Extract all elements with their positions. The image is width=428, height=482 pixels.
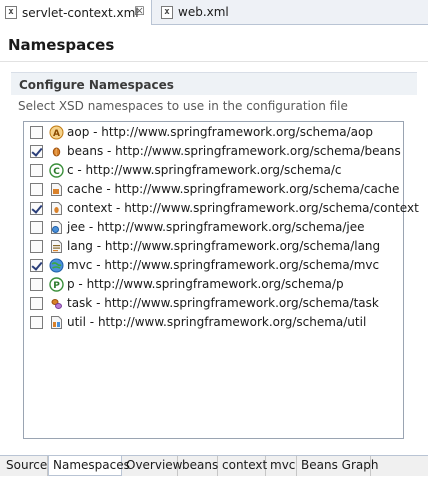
namespace-label: mvc - http://www.springframework.org/sch… (67, 258, 380, 272)
namespace-label: lang - http://www.springframework.org/sc… (67, 239, 381, 253)
namespace-row-c[interactable]: C c - http://www.springframework.org/sch… (24, 161, 403, 180)
tab-servlet-context-xml[interactable]: x servlet-context.xml ☒ (0, 0, 152, 25)
namespace-list[interactable]: A aop - http://www.springframework.org/s… (23, 121, 419, 439)
namespace-checkbox[interactable] (30, 240, 43, 253)
namespace-label: p - http://www.springframework.org/schem… (67, 277, 344, 291)
tab-web-xml[interactable]: x web.xml (156, 0, 256, 24)
aop-icon: A (49, 125, 64, 140)
lang-icon (51, 240, 62, 253)
namespace-checkbox[interactable] (30, 316, 43, 329)
namespace-checkbox[interactable] (30, 221, 43, 234)
namespace-checkbox[interactable] (30, 297, 43, 310)
header-divider (0, 61, 428, 62)
namespace-row-util[interactable]: util - http://www.springframework.org/sc… (24, 313, 403, 332)
jee-icon (51, 221, 62, 234)
tab-overview[interactable]: Overview (122, 456, 183, 476)
editor-tab-strip: x servlet-context.xml ☒ x web.xml (0, 0, 428, 25)
task-icon (51, 299, 62, 309)
cache-icon (51, 183, 62, 196)
namespace-checkbox[interactable] (30, 183, 43, 196)
namespace-checkbox[interactable] (30, 126, 43, 139)
namespace-label: c - http://www.springframework.org/schem… (67, 163, 342, 177)
util-icon (51, 316, 62, 329)
tab-beans-graph[interactable]: Beans Graph (297, 456, 378, 476)
namespace-label: util - http://www.springframework.org/sc… (67, 315, 367, 329)
section-title: Configure Namespaces (19, 78, 174, 92)
namespace-label: task - http://www.springframework.org/sc… (67, 296, 379, 310)
namespace-row-task[interactable]: task - http://www.springframework.org/sc… (24, 294, 403, 313)
namespace-row-cache[interactable]: cache - http://www.springframework.org/s… (24, 180, 403, 199)
tab-label: web.xml (178, 5, 229, 19)
namespace-row-mvc[interactable]: mvc - http://www.springframework.org/sch… (24, 256, 403, 275)
namespace-checkbox[interactable] (30, 259, 43, 272)
p-namespace-icon: P (49, 277, 64, 292)
namespace-label: cache - http://www.springframework.org/s… (67, 182, 400, 196)
svg-text:P: P (53, 281, 60, 291)
c-namespace-icon: C (49, 163, 64, 178)
namespace-checkbox[interactable] (30, 145, 43, 158)
namespace-label: context - http://www.springframework.org… (67, 201, 419, 215)
tab-mvc[interactable]: mvc (266, 456, 297, 476)
beans-icon (52, 147, 61, 157)
namespace-label: beans - http://www.springframework.org/s… (67, 144, 401, 158)
tab-context[interactable]: context (218, 456, 267, 476)
tab-namespaces[interactable]: Namespaces (48, 456, 130, 476)
page-title: Namespaces (8, 36, 115, 54)
tab-beans[interactable]: beans (178, 456, 218, 476)
xml-file-icon: x (161, 5, 173, 19)
svg-text:A: A (53, 129, 60, 139)
namespace-label: jee - http://www.springframework.org/sch… (67, 220, 365, 234)
tab-source[interactable]: Source (2, 456, 48, 476)
namespace-checkbox[interactable] (30, 164, 43, 177)
namespace-label: aop - http://www.springframework.org/sch… (67, 125, 373, 139)
namespace-checkbox[interactable] (30, 202, 43, 215)
page-tab-bar: Source Namespaces Overview beans context… (0, 455, 428, 476)
namespace-row-aop[interactable]: A aop - http://www.springframework.org/s… (24, 123, 403, 142)
mvc-icon (49, 258, 64, 273)
namespace-row-jee[interactable]: jee - http://www.springframework.org/sch… (24, 218, 403, 237)
svg-text:C: C (53, 167, 60, 177)
section-description: Select XSD namespaces to use in the conf… (18, 99, 348, 113)
tab-label: servlet-context.xml (22, 5, 139, 20)
context-icon (51, 202, 62, 215)
namespace-checkbox[interactable] (30, 278, 43, 291)
namespace-row-context[interactable]: context - http://www.springframework.org… (24, 199, 419, 218)
namespace-row-p[interactable]: P p - http://www.springframework.org/sch… (24, 275, 403, 294)
xml-file-icon: x (5, 6, 17, 19)
section-header: Configure Namespaces (11, 72, 417, 95)
namespace-row-beans[interactable]: beans - http://www.springframework.org/s… (24, 142, 403, 161)
namespace-row-lang[interactable]: lang - http://www.springframework.org/sc… (24, 237, 403, 256)
close-icon[interactable]: ☒ (134, 5, 145, 17)
